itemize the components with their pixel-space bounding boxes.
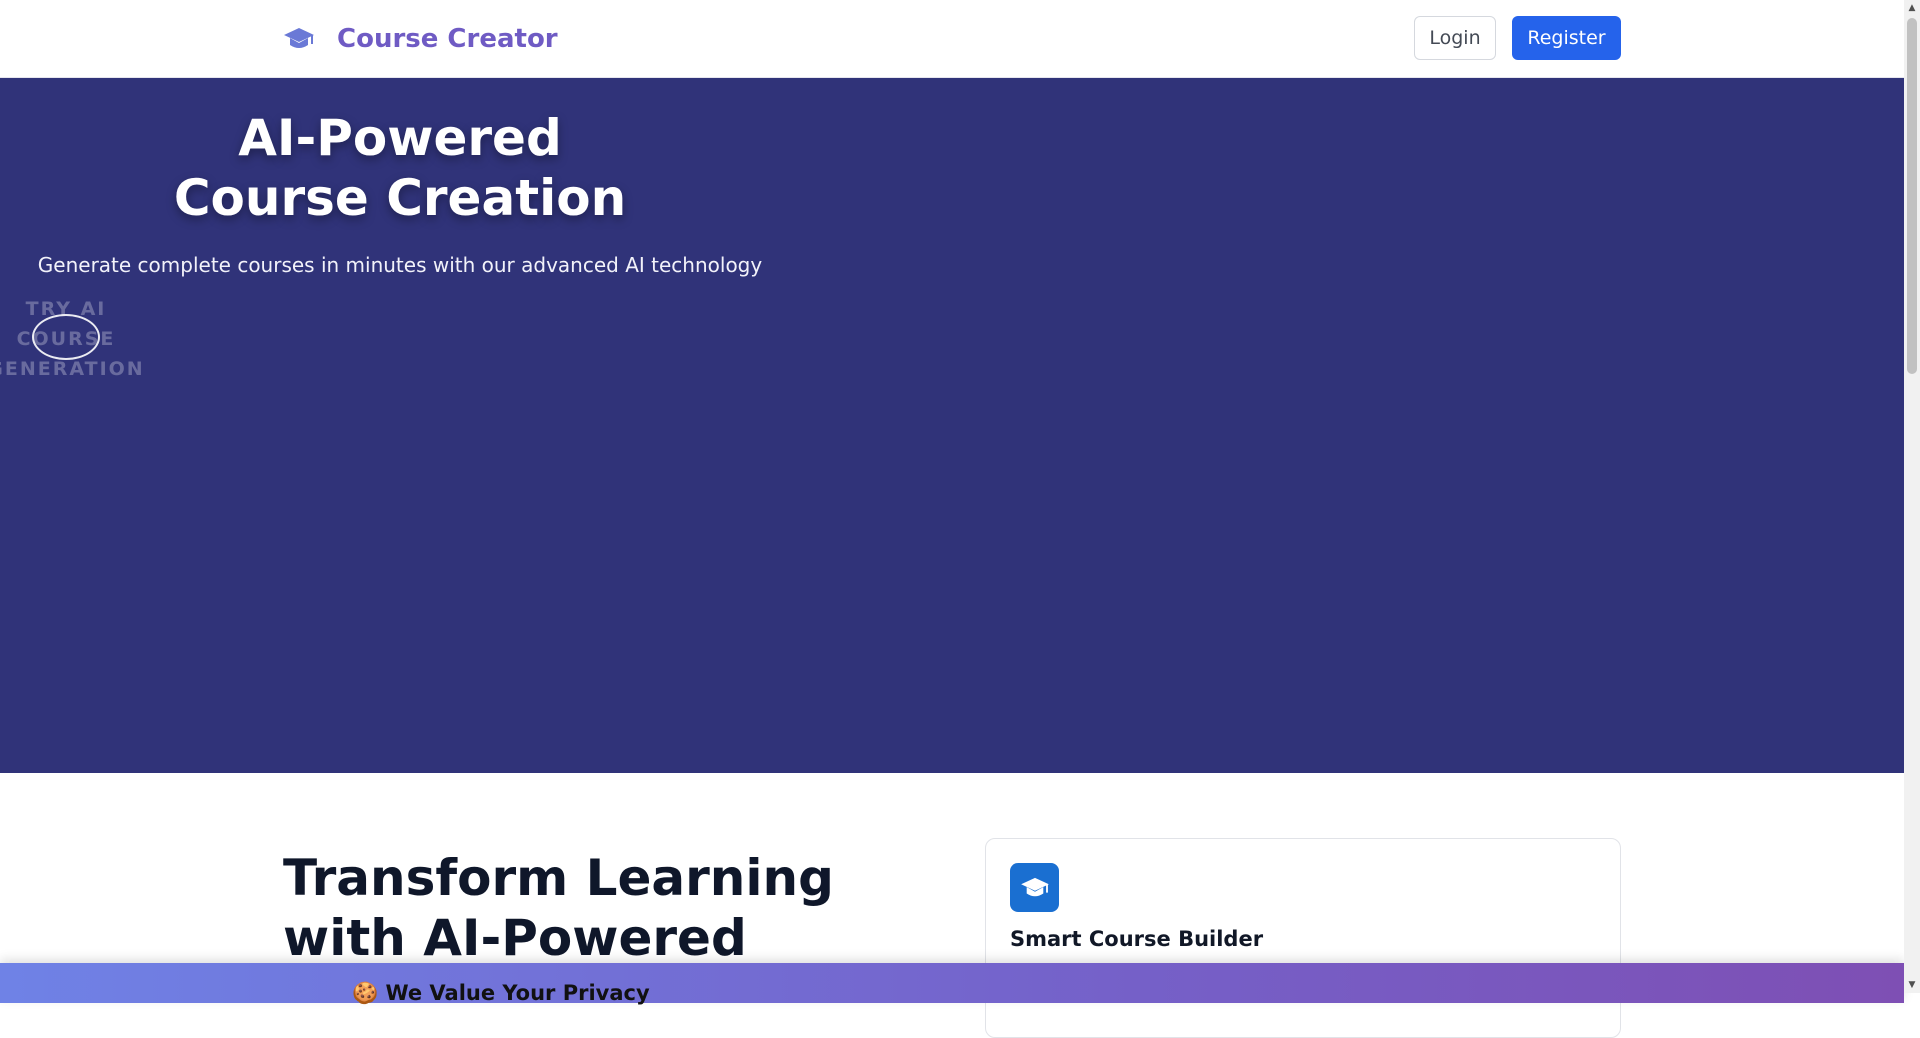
scroll-up-arrow-icon[interactable]: ▲ <box>1907 2 1917 14</box>
cookie-banner-title: 🍪 We Value Your Privacy <box>352 981 650 1005</box>
scroll-down-arrow-icon[interactable]: ▼ <box>1907 979 1917 991</box>
graduation-cap-icon <box>1010 863 1059 912</box>
hero-subtitle: Generate complete courses in minutes wit… <box>37 253 763 277</box>
cursor-highlight-ring <box>32 314 100 360</box>
features-title: Transform Learning with AI-Powered <box>283 848 983 968</box>
features-title-line-2: with AI-Powered <box>283 909 747 967</box>
top-navbar: Course Creator Login Register <box>0 0 1904 78</box>
features-title-line-1: Transform Learning <box>283 849 834 907</box>
hero-section: AI-Powered Course Creation Generate comp… <box>0 78 1904 773</box>
hero-title-line-1: AI-Powered <box>238 109 562 167</box>
cookie-consent-banner: 🍪 We Value Your Privacy <box>0 963 1904 1005</box>
scrollbar-thumb[interactable] <box>1907 18 1917 374</box>
login-button[interactable]: Login <box>1414 16 1496 60</box>
register-button[interactable]: Register <box>1512 16 1621 60</box>
brand-name: Course Creator <box>337 24 558 54</box>
feature-card-smart-course-builder: Smart Course Builder <box>985 838 1621 1038</box>
graduation-cap-icon <box>284 28 314 48</box>
hero-title: AI-Powered Course Creation <box>0 108 800 228</box>
brand-logo-link[interactable]: Course Creator <box>283 20 558 58</box>
hero-title-line-2: Course Creation <box>173 169 627 227</box>
feature-card-title: Smart Course Builder <box>1010 927 1264 951</box>
page-scrollbar[interactable]: ▲ ▼ <box>1904 0 1920 993</box>
features-section: Transform Learning with AI-Powered Smart… <box>0 773 1904 1038</box>
